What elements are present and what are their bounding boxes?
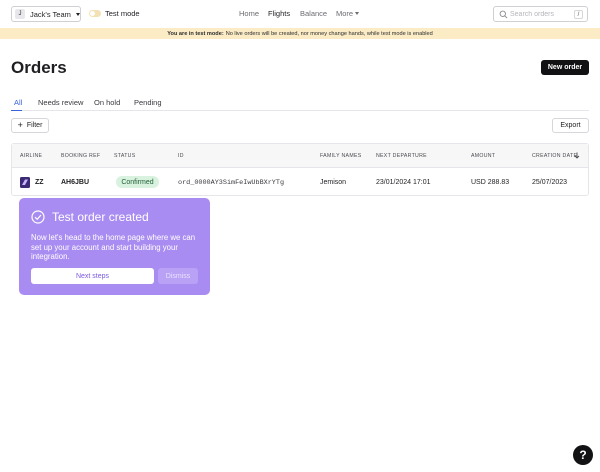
tab-needs-review[interactable]: Needs review <box>38 98 83 107</box>
popover-title: Test order created <box>52 210 149 224</box>
test-mode-banner: You are in test mode: No live orders wil… <box>0 28 600 39</box>
column-header-amount[interactable]: AMOUNT <box>471 153 495 159</box>
column-header-booking-ref[interactable]: BOOKING REF <box>61 153 100 159</box>
table-header: AIRLINE BOOKING REF STATUS ID FAMILY NAM… <box>12 144 588 168</box>
next-steps-button[interactable]: Next steps <box>31 268 154 284</box>
nav-link-flights[interactable]: Flights <box>268 9 290 18</box>
column-header-id[interactable]: ID <box>178 153 184 159</box>
export-button[interactable]: Export <box>552 118 589 133</box>
filter-label: Filter <box>26 122 43 129</box>
cell-order-id: ord_0000AY3SimFeIwUbBXrYTg <box>178 179 285 187</box>
tab-all[interactable]: All <box>14 98 22 107</box>
banner-text: No live orders will be created, nor mone… <box>225 30 433 37</box>
column-header-status[interactable]: STATUS <box>114 153 136 159</box>
new-order-button[interactable]: New order <box>541 60 589 75</box>
orders-table: AIRLINE BOOKING REF STATUS ID FAMILY NAM… <box>11 143 589 196</box>
cell-next-departure: 23/01/2024 17:01 <box>376 179 431 186</box>
search-shortcut-key: / <box>574 10 583 19</box>
cell-booking-ref: AH6JBU <box>61 179 90 186</box>
page-title: Orders <box>11 58 67 77</box>
column-header-family-names[interactable]: FAMILY NAMES <box>320 153 361 159</box>
sort-arrow-down-icon[interactable] <box>574 152 580 159</box>
dismiss-button[interactable]: Dismiss <box>158 268 198 284</box>
active-tab-indicator <box>11 110 22 111</box>
tab-pending[interactable]: Pending <box>134 98 162 107</box>
chevron-down-icon <box>355 12 359 15</box>
order-tabs: All Needs review On hold Pending <box>11 96 589 111</box>
nav-link-home[interactable]: Home <box>239 9 259 18</box>
banner-bold-text: You are in test mode: <box>167 30 224 37</box>
cell-amount: USD 288.83 <box>471 179 510 186</box>
check-circle-icon <box>31 210 45 224</box>
plus-icon: + <box>17 120 23 130</box>
nav-link-more[interactable]: More <box>336 9 353 18</box>
cell-creation-date: 25/07/2023 <box>532 179 568 186</box>
cell-family-names: Jemison <box>320 179 347 186</box>
help-button[interactable]: ? <box>573 445 593 465</box>
test-order-popover: Test order created Now let's head to the… <box>19 198 210 295</box>
column-header-creation-date[interactable]: CREATION DATE <box>532 153 577 159</box>
popover-body: Now let's head to the home page where we… <box>31 233 196 262</box>
airline-logo-icon <box>20 177 30 188</box>
team-avatar: J <box>15 9 25 19</box>
toggle-knob <box>90 11 95 16</box>
top-nav: J Jack's Team Test mode Home Flights Bal… <box>0 0 600 28</box>
chevron-down-icon <box>75 12 80 16</box>
filter-button[interactable]: + Filter <box>11 118 49 133</box>
test-mode-label: Test mode <box>105 9 140 18</box>
test-mode-toggle[interactable] <box>89 10 101 17</box>
column-header-airline[interactable]: AIRLINE <box>20 153 42 159</box>
column-header-next-departure[interactable]: NEXT DEPARTURE <box>376 153 427 159</box>
tab-on-hold[interactable]: On hold <box>94 98 120 107</box>
nav-link-balance[interactable]: Balance <box>300 9 327 18</box>
team-switcher[interactable]: J Jack's Team <box>11 6 81 22</box>
cell-airline: ZZ <box>35 179 44 186</box>
search-icon <box>499 10 508 19</box>
status-badge: Confirmed <box>116 176 159 188</box>
search-box[interactable]: / <box>493 6 588 22</box>
team-name: Jack's Team <box>30 9 71 19</box>
search-input[interactable] <box>510 9 566 19</box>
